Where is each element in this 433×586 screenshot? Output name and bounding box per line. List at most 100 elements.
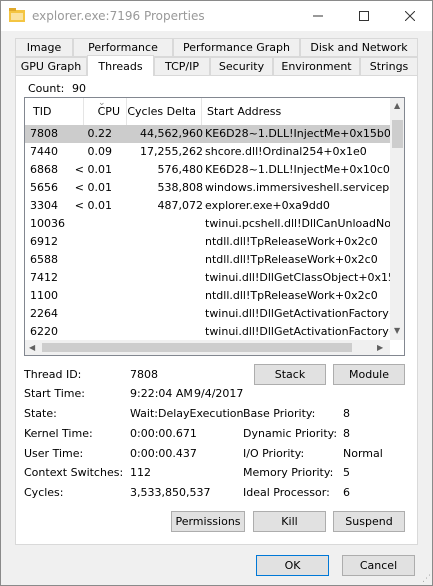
- cell-start-address: explorer.exe+0xa9dd0: [205, 199, 330, 212]
- context-switches-label: Context Switches:: [24, 466, 124, 479]
- tab-tcp-ip[interactable]: TCP/IP: [154, 57, 210, 76]
- table-row[interactable]: 6868 < 0.01 576,480 KE6D28~1.DLL!InjectMe+0…: [25, 161, 390, 179]
- start-time-label: Start Time:: [24, 387, 85, 400]
- count-label: Count:: [28, 82, 65, 95]
- dynamic-priority-value: 8: [343, 427, 350, 440]
- cell-cpu: < 0.01: [74, 163, 112, 176]
- cell-start-address: ntdll.dll!TpReleaseWork+0x2c0: [205, 253, 378, 266]
- tab-image[interactable]: Image: [15, 38, 73, 57]
- cell-start-address: twinui.dll!DllGetActivationFactory+0x36e: [205, 325, 390, 338]
- kernel-time-value: 0:00:00.671: [130, 427, 197, 440]
- kernel-time-label: Kernel Time:: [24, 427, 93, 440]
- cell-tid: 6588: [30, 253, 58, 266]
- state-value: Wait:DelayExecution: [130, 407, 244, 420]
- horizontal-scroll-thumb[interactable]: [42, 343, 352, 352]
- dynamic-priority-label: Dynamic Priority:: [243, 427, 338, 440]
- cell-tid: 6912: [30, 235, 58, 248]
- cancel-button[interactable]: Cancel: [342, 555, 415, 576]
- ideal-processor-label: Ideal Processor:: [243, 486, 330, 499]
- cell-start-address: KE6D28~1.DLL!InjectMe+0x15b0: [205, 127, 390, 140]
- stack-button[interactable]: Stack: [254, 364, 326, 385]
- column-start-address[interactable]: Start Address: [202, 98, 390, 125]
- cell-tid: 5656: [30, 181, 58, 194]
- io-priority-label: I/O Priority:: [243, 447, 305, 460]
- cell-start-address: twinui.dll!DllGetClassObject+0x15c30: [205, 271, 390, 284]
- ok-button[interactable]: OK: [256, 555, 329, 576]
- cell-tid: 2264: [30, 307, 58, 320]
- start-date-value: 9/4/2017: [194, 387, 244, 400]
- table-row[interactable]: 7440 0.09 17,255,262 shcore.dll!Ordinal254+…: [25, 143, 390, 161]
- user-time-value: 0:00:00.437: [130, 447, 197, 460]
- column-tid[interactable]: TID: [25, 98, 84, 125]
- context-switches-value: 112: [130, 466, 151, 479]
- table-row[interactable]: 3304 < 0.01 487,072 explorer.exe+0xa9dd0: [25, 197, 390, 215]
- tab-performance-graph[interactable]: Performance Graph: [173, 38, 300, 57]
- cell-cpu: 0.22: [87, 127, 113, 140]
- cell-tid: 1100: [30, 289, 58, 302]
- start-time-value: 9:22:04 AM: [130, 387, 193, 400]
- cell-tid: 7808: [30, 127, 58, 140]
- close-button[interactable]: [387, 1, 433, 31]
- suspend-button[interactable]: Suspend: [333, 511, 405, 532]
- window-title: explorer.exe:7196 Properties: [32, 9, 205, 23]
- thread-list[interactable]: TID CPU ⌄ Cycles Delta Start Address 780…: [24, 97, 405, 356]
- folder-icon: [9, 8, 25, 22]
- module-button[interactable]: Module: [333, 364, 405, 385]
- vertical-scroll-thumb[interactable]: [392, 120, 403, 148]
- cell-start-address: shcore.dll!Ordinal254+0x1e0: [205, 145, 367, 158]
- cell-tid: 10036: [30, 217, 65, 230]
- table-row[interactable]: 7412 twinui.dll!DllGetClassObject+0x15c30: [25, 269, 390, 287]
- cell-tid: 7440: [30, 145, 58, 158]
- tab-gpu-graph[interactable]: GPU Graph: [15, 57, 87, 76]
- scroll-right-icon[interactable]: ▶: [377, 343, 383, 352]
- scroll-up-icon[interactable]: ▲: [394, 101, 400, 110]
- cell-tid: 3304: [30, 199, 58, 212]
- cell-cpu: < 0.01: [74, 199, 112, 212]
- io-priority-value: Normal: [343, 447, 383, 460]
- minimize-button[interactable]: [295, 1, 341, 31]
- thread-id-label: Thread ID:: [24, 368, 82, 381]
- tab-environment[interactable]: Environment: [273, 57, 360, 76]
- horizontal-scrollbar[interactable]: ◀ ▶: [25, 340, 390, 355]
- table-row[interactable]: 7808 0.22 44,562,960 KE6D28~1.DLL!InjectMe+…: [25, 125, 390, 143]
- cycles-value: 3,533,850,537: [130, 486, 211, 499]
- table-row[interactable]: 6588 ntdll.dll!TpReleaseWork+0x2c0: [25, 251, 390, 269]
- table-row[interactable]: 6220 twinui.dll!DllGetActivationFactory+0…: [25, 323, 390, 340]
- table-row[interactable]: 5656 < 0.01 538,808 windows.immersiveshell.…: [25, 179, 390, 197]
- cell-tid: 7412: [30, 271, 58, 284]
- memory-priority-value: 5: [343, 466, 350, 479]
- list-header: TID CPU ⌄ Cycles Delta Start Address: [25, 98, 390, 125]
- sort-down-icon: ⌄: [98, 98, 106, 108]
- cell-tid: 6868: [30, 163, 58, 176]
- title-bar[interactable]: explorer.exe:7196 Properties: [1, 1, 432, 31]
- tab-strings[interactable]: Strings: [360, 57, 418, 76]
- base-priority-label: Base Priority:: [243, 407, 316, 420]
- table-row[interactable]: 2264 twinui.dll!DllGetActivationFactory+0…: [25, 305, 390, 323]
- kill-button[interactable]: Kill: [253, 511, 326, 532]
- thread-id-value: 7808: [130, 368, 158, 381]
- scroll-down-icon[interactable]: ▼: [394, 326, 400, 335]
- cell-tid: 6220: [30, 325, 58, 338]
- cycles-label: Cycles:: [24, 486, 64, 499]
- state-label: State:: [24, 407, 57, 420]
- vertical-scrollbar[interactable]: ▲ ▼: [390, 98, 404, 340]
- resize-grip-icon[interactable]: ⋰: [422, 574, 431, 584]
- tab-threads[interactable]: Threads: [87, 55, 154, 76]
- table-row[interactable]: 6912 ntdll.dll!TpReleaseWork+0x2c0: [25, 233, 390, 251]
- cell-cycles-delta: 538,808: [157, 181, 204, 194]
- ideal-processor-value: 6: [343, 486, 350, 499]
- thread-rows: 7808 0.22 44,562,960 KE6D28~1.DLL!InjectMe+…: [25, 125, 390, 340]
- cell-start-address: ntdll.dll!TpReleaseWork+0x2c0: [205, 235, 378, 248]
- table-row[interactable]: 10036 twinui.pcshell.dll!DllCanUnloadNow+…: [25, 215, 390, 233]
- cell-cycles-delta: 44,562,960: [140, 127, 203, 140]
- tab-disk-and-network[interactable]: Disk and Network: [300, 38, 418, 57]
- cell-cpu: 0.09: [87, 145, 113, 158]
- cell-start-address: twinui.dll!DllGetActivationFactory+0x36e: [205, 307, 390, 320]
- table-row[interactable]: 1100 ntdll.dll!TpReleaseWork+0x2c0: [25, 287, 390, 305]
- maximize-button[interactable]: [341, 1, 387, 31]
- cell-cycles-delta: 17,255,262: [140, 145, 203, 158]
- column-cycles-delta[interactable]: Cycles Delta: [127, 98, 202, 125]
- permissions-button[interactable]: Permissions: [171, 511, 245, 532]
- tab-security[interactable]: Security: [210, 57, 273, 76]
- scroll-left-icon[interactable]: ◀: [29, 343, 35, 352]
